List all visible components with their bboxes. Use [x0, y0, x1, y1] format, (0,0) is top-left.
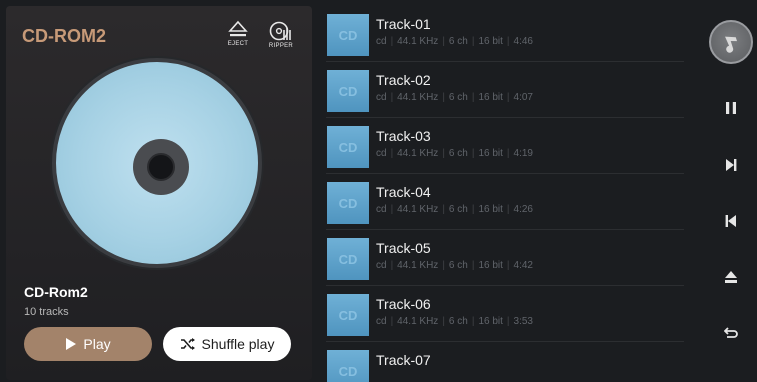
track-title: Track-04: [376, 184, 431, 200]
track-meta: cd | 44.1 KHz | 6 ch | 16 bit | 4:42: [376, 260, 533, 271]
track-meta: cd | 44.1 KHz | 6 ch | 16 bit | 4:26: [376, 204, 533, 215]
ripper-icon: [269, 21, 291, 41]
track-thumbnail: CD: [327, 70, 369, 112]
next-track-icon: [726, 159, 737, 171]
track-depth: 16 bit: [478, 260, 503, 271]
eject-button[interactable]: EJECT: [219, 20, 257, 60]
music-note-icon: [725, 36, 738, 53]
track-row[interactable]: CD Track-02 cd | 44.1 KHz | 6 ch | 16 bit | 4:07: [318, 62, 684, 118]
track-thumbnail: CD: [327, 238, 369, 280]
track-thumbnail: CD: [327, 294, 369, 336]
track-source: cd: [376, 36, 387, 47]
track-list: CD Track-01 cd | 44.1 KHz | 6 ch | 16 bit | 4:46 CD…: [318, 6, 702, 382]
track-rate: 44.1 KHz: [397, 204, 439, 215]
play-label: Play: [83, 336, 111, 352]
track-row[interactable]: CD Track-04 cd | 44.1 KHz | 6 ch | 16 bit | 4:26: [318, 174, 684, 230]
track-title: Track-01: [376, 16, 431, 32]
previous-track-button[interactable]: [721, 211, 741, 231]
track-row[interactable]: CD Track-03 cd | 44.1 KHz | 6 ch | 16 bit | 4:19: [318, 118, 684, 174]
track-depth: 16 bit: [478, 36, 503, 47]
album-name: CD-Rom2: [24, 284, 88, 300]
track-source: cd: [376, 204, 387, 215]
track-count: 10 tracks: [24, 306, 69, 318]
track-channels: 6 ch: [448, 260, 468, 271]
now-playing-button[interactable]: [709, 20, 753, 64]
track-rate: 44.1 KHz: [397, 260, 439, 271]
now-playing-panel: CD-ROM2 EJECT RIPPER CD-Rom2 10 tracks P…: [6, 6, 312, 380]
track-source: cd: [376, 260, 387, 271]
track-thumbnail: CD: [327, 350, 369, 382]
track-duration: 4:46: [513, 36, 533, 47]
track-depth: 16 bit: [478, 92, 503, 103]
track-depth: 16 bit: [478, 148, 503, 159]
track-title: Track-02: [376, 72, 431, 88]
track-meta: cd | 44.1 KHz | 6 ch | 16 bit | 4:46: [376, 36, 533, 47]
track-meta: cd | 44.1 KHz | 6 ch | 16 bit | 4:19: [376, 148, 533, 159]
track-duration: 4:07: [513, 92, 533, 103]
track-depth: 16 bit: [478, 316, 503, 327]
play-icon: [66, 338, 77, 350]
pause-icon: [726, 102, 736, 114]
track-channels: 6 ch: [448, 204, 468, 215]
track-meta: cd | 44.1 KHz | 6 ch | 16 bit | 4:07: [376, 92, 533, 103]
track-title: Track-05: [376, 240, 431, 256]
shuffle-icon: [180, 338, 195, 350]
next-track-button[interactable]: [721, 155, 741, 175]
track-source: cd: [376, 92, 387, 103]
track-channels: 6 ch: [448, 148, 468, 159]
track-rate: 44.1 KHz: [397, 148, 439, 159]
track-duration: 4:19: [513, 148, 533, 159]
track-thumbnail: CD: [327, 126, 369, 168]
track-duration: 3:53: [513, 316, 533, 327]
track-title: Track-07: [376, 352, 431, 368]
track-meta: cd | 44.1 KHz | 6 ch | 16 bit | 3:53: [376, 316, 533, 327]
track-source: cd: [376, 316, 387, 327]
back-button[interactable]: [721, 323, 741, 343]
track-row[interactable]: CD Track-07: [318, 342, 684, 382]
track-channels: 6 ch: [448, 36, 468, 47]
shuffle-label: Shuffle play: [201, 336, 275, 352]
playback-controls: [705, 0, 757, 382]
track-channels: 6 ch: [448, 92, 468, 103]
previous-track-icon: [725, 215, 736, 227]
eject-icon: [228, 20, 248, 37]
track-rate: 44.1 KHz: [397, 316, 439, 327]
track-thumbnail: CD: [327, 14, 369, 56]
ripper-button[interactable]: RIPPER: [262, 20, 300, 60]
track-title: Track-06: [376, 296, 431, 312]
track-title: Track-03: [376, 128, 431, 144]
ripper-label: RIPPER: [268, 43, 294, 49]
track-rate: 44.1 KHz: [397, 92, 439, 103]
track-source: cd: [376, 148, 387, 159]
track-rate: 44.1 KHz: [397, 36, 439, 47]
disc-hole: [147, 153, 175, 181]
track-duration: 4:42: [513, 260, 533, 271]
back-icon: [724, 327, 738, 338]
device-title: CD-ROM2: [22, 26, 106, 46]
shuffle-play-button[interactable]: Shuffle play: [163, 327, 291, 361]
track-duration: 4:26: [513, 204, 533, 215]
track-depth: 16 bit: [478, 204, 503, 215]
track-row[interactable]: CD Track-05 cd | 44.1 KHz | 6 ch | 16 bit | 4:42: [318, 230, 684, 286]
play-button[interactable]: Play: [24, 327, 152, 361]
eject-icon: [725, 270, 737, 283]
track-row[interactable]: CD Track-06 cd | 44.1 KHz | 6 ch | 16 bit | 3:53: [318, 286, 684, 342]
cd-disc-artwork: [52, 58, 262, 268]
track-thumbnail: CD: [327, 182, 369, 224]
eject-control-button[interactable]: [721, 267, 741, 287]
track-channels: 6 ch: [448, 316, 468, 327]
eject-label: EJECT: [227, 41, 249, 47]
pause-button[interactable]: [721, 98, 741, 118]
track-row[interactable]: CD Track-01 cd | 44.1 KHz | 6 ch | 16 bit | 4:46: [318, 6, 684, 62]
